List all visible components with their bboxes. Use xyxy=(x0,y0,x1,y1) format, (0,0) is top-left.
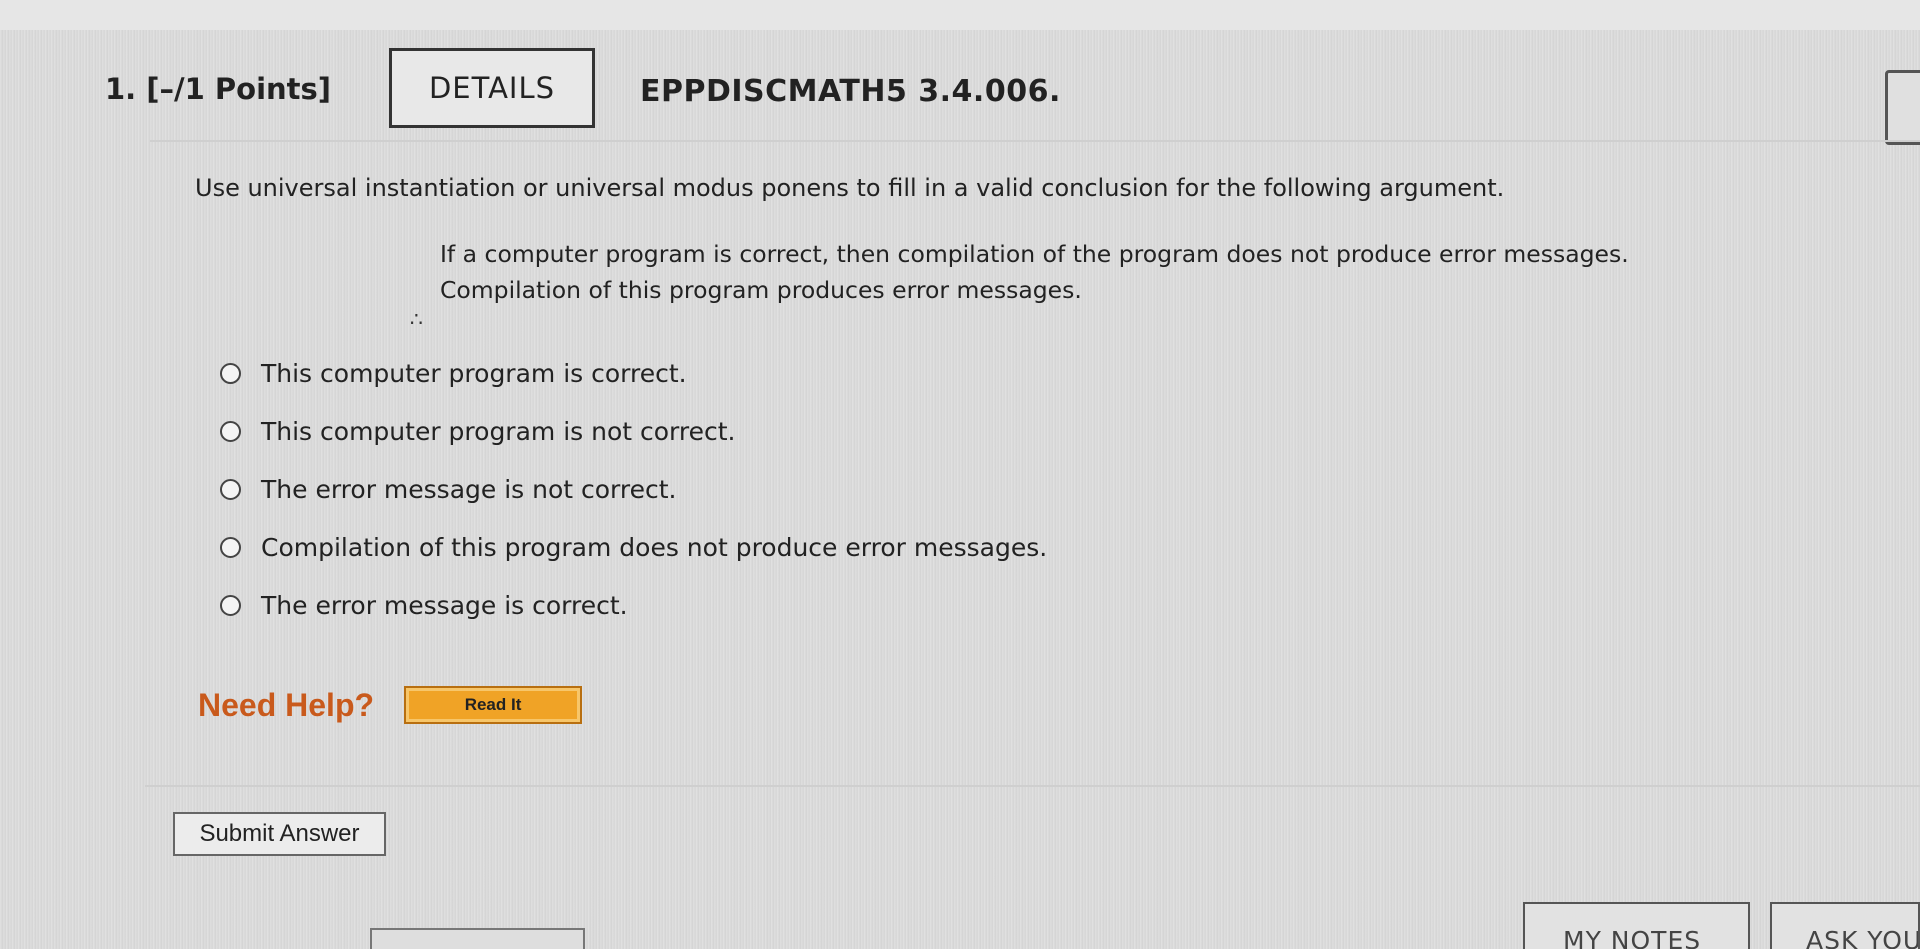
top-band xyxy=(0,0,1920,30)
option-3[interactable]: The error message is not correct. xyxy=(220,470,1047,508)
option-1[interactable]: This computer program is correct. xyxy=(220,354,1047,392)
radio-button-icon[interactable] xyxy=(220,594,241,616)
option-label: This computer program is not correct. xyxy=(261,416,736,446)
my-notes-label: MY NOTES xyxy=(1563,926,1702,949)
premise-2: Compilation of this program produces err… xyxy=(440,276,1082,304)
question-code: EPPDISCMATH5 3.4.006. xyxy=(640,74,1061,109)
therefore-symbol: ∴ xyxy=(410,307,423,331)
radio-button-icon[interactable] xyxy=(220,362,241,384)
option-2[interactable]: This computer program is not correct. xyxy=(220,412,1047,450)
option-label: The error message is correct. xyxy=(261,590,628,620)
option-label: Compilation of this program does not pro… xyxy=(261,532,1048,562)
details-button[interactable]: DETAILS xyxy=(389,48,595,128)
radio-button-icon[interactable] xyxy=(220,536,241,558)
header-divider xyxy=(150,140,1920,142)
question-number-points: 1. [–/1 Points] xyxy=(105,72,332,106)
question-prompt: Use universal instantiation or universal… xyxy=(195,174,1505,202)
bottom-left-box[interactable] xyxy=(370,928,585,949)
read-it-button[interactable]: Read It xyxy=(404,686,583,724)
answer-options: This computer program is correct. This c… xyxy=(220,354,1047,644)
submit-area: Submit Answer xyxy=(145,785,1920,877)
premise-1: If a computer program is correct, then c… xyxy=(440,240,1629,268)
need-help-label: Need Help? xyxy=(198,686,375,723)
question-header: 1. [–/1 Points] DETAILS EPPDISCMATH5 3.4… xyxy=(105,48,1920,133)
submit-answer-button[interactable]: Submit Answer xyxy=(173,812,386,856)
option-5[interactable]: The error message is correct. xyxy=(220,586,1047,624)
ask-your-teacher-button[interactable]: ASK YOU xyxy=(1770,902,1920,949)
side-panel-box[interactable] xyxy=(1885,70,1920,145)
option-label: The error message is not correct. xyxy=(261,474,677,504)
option-4[interactable]: Compilation of this program does not pro… xyxy=(220,528,1047,566)
radio-button-icon[interactable] xyxy=(220,478,241,500)
my-notes-button[interactable]: MY NOTES xyxy=(1523,902,1750,949)
radio-button-icon[interactable] xyxy=(220,420,241,442)
option-label: This computer program is correct. xyxy=(261,358,687,388)
ask-your-label: ASK YOU xyxy=(1806,926,1920,949)
argument-block: If a computer program is correct, then c… xyxy=(440,236,1629,308)
help-row: Need Help? Read It xyxy=(198,686,583,724)
